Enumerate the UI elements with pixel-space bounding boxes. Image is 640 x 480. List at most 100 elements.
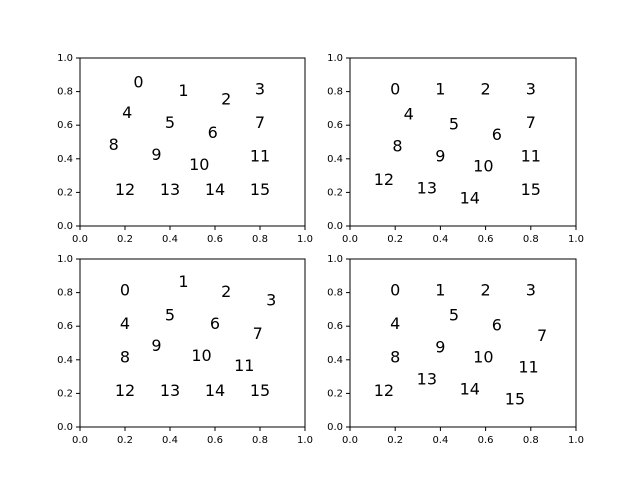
point-label: 11 xyxy=(234,356,254,375)
point-label: 7 xyxy=(526,113,536,132)
point-label: 10 xyxy=(473,157,493,176)
y-tick-label: 0.2 xyxy=(327,388,343,399)
y-tick-label: 0.0 xyxy=(327,221,343,232)
point-label: 1 xyxy=(435,280,445,299)
x-tick-label: 0.4 xyxy=(432,234,448,245)
point-label: 14 xyxy=(460,380,480,399)
y-tick-label: 0.8 xyxy=(327,288,343,299)
point-label: 1 xyxy=(178,81,188,100)
y-tick-label: 0.6 xyxy=(57,120,73,131)
y-tick-label: 0.2 xyxy=(327,187,343,198)
point-label: 5 xyxy=(165,113,175,132)
x-tick-label: 0.4 xyxy=(432,435,448,446)
point-label: 1 xyxy=(435,79,445,98)
y-tick-label: 0.4 xyxy=(327,355,343,366)
y-tick-label: 0.6 xyxy=(327,321,343,332)
x-tick-label: 1.0 xyxy=(568,435,584,446)
figure: 0 1 2345678910 1112 13 14 150.0 0.2 0.4 0.6 0.8 1.0… xyxy=(57,53,584,446)
point-label: 14 xyxy=(205,381,225,400)
x-tick-label: 0.4 xyxy=(162,234,178,245)
x-tick-label: 0.0 xyxy=(342,234,358,245)
point-label: 5 xyxy=(449,115,459,134)
point-label: 3 xyxy=(266,291,276,310)
point-label: 12 xyxy=(374,170,394,189)
point-label: 4 xyxy=(390,314,400,333)
y-tick-label: 0.0 xyxy=(57,422,73,433)
y-tick-label: 0.2 xyxy=(57,388,73,399)
point-label: 15 xyxy=(250,180,270,199)
y-tick-label: 0.2 xyxy=(57,187,73,198)
point-label: 12 xyxy=(115,180,135,199)
x-tick-label: 0.8 xyxy=(523,435,539,446)
point-label: 8 xyxy=(390,348,400,367)
point-label: 2 xyxy=(221,90,231,109)
point-label: 9 xyxy=(435,338,445,357)
x-tick-label: 0.4 xyxy=(162,435,178,446)
y-tick-label: 0.4 xyxy=(57,355,73,366)
point-label: 5 xyxy=(165,306,175,325)
x-tick-label: 0.0 xyxy=(342,435,358,446)
subplot-3: 0 12 34 5 6789101112 13 14 150.0 0.2 0.4 0.6 0.8 1.0… xyxy=(57,254,313,446)
x-tick-label: 0.6 xyxy=(478,234,494,245)
x-tick-label: 1.0 xyxy=(297,435,313,446)
y-tick-label: 0.4 xyxy=(57,154,73,165)
x-tick-label: 0.2 xyxy=(387,234,403,245)
y-tick-label: 1.0 xyxy=(57,254,73,265)
point-label: 11 xyxy=(521,147,541,166)
point-label: 6 xyxy=(208,123,218,142)
y-tick-label: 0.8 xyxy=(57,288,73,299)
point-label: 10 xyxy=(189,155,209,174)
y-tick-label: 0.6 xyxy=(327,120,343,131)
point-label: 4 xyxy=(120,314,130,333)
y-tick-label: 1.0 xyxy=(327,254,343,265)
point-label: 8 xyxy=(392,137,402,156)
x-tick-label: 0.6 xyxy=(207,435,223,446)
y-tick-label: 0.8 xyxy=(327,87,343,98)
x-tick-label: 0.6 xyxy=(207,234,223,245)
point-label: 6 xyxy=(210,314,220,333)
point-label: 0 xyxy=(390,280,400,299)
point-label: 14 xyxy=(460,189,480,208)
point-label: 11 xyxy=(518,358,538,377)
point-label: 0 xyxy=(390,79,400,98)
subplot-4: 0 1 2 34 567891011121314150.0 0.2 0.4 0.6 0.8 1.0… xyxy=(327,254,584,446)
point-label: 4 xyxy=(122,103,132,122)
point-label: 8 xyxy=(120,348,130,367)
point-label: 13 xyxy=(417,369,437,388)
point-label: 15 xyxy=(250,381,270,400)
point-label: 2 xyxy=(481,280,491,299)
point-label: 3 xyxy=(255,79,265,98)
point-label: 13 xyxy=(417,179,437,198)
point-label: 1 xyxy=(178,272,188,291)
point-label: 12 xyxy=(374,381,394,400)
x-tick-label: 0.8 xyxy=(252,435,268,446)
x-tick-label: 0.0 xyxy=(72,234,88,245)
point-label: 10 xyxy=(473,348,493,367)
y-tick-label: 0.4 xyxy=(327,154,343,165)
x-tick-label: 0.2 xyxy=(387,435,403,446)
point-label: 7 xyxy=(537,326,547,345)
y-tick-label: 0.0 xyxy=(327,422,343,433)
x-tick-label: 1.0 xyxy=(297,234,313,245)
y-tick-label: 1.0 xyxy=(327,53,343,64)
point-label: 8 xyxy=(109,135,119,154)
x-tick-label: 1.0 xyxy=(568,234,584,245)
point-label: 7 xyxy=(253,324,263,343)
point-label: 0 xyxy=(133,73,143,92)
point-label: 5 xyxy=(449,306,459,325)
x-tick-label: 0.8 xyxy=(523,234,539,245)
x-tick-label: 0.2 xyxy=(117,435,133,446)
point-label: 9 xyxy=(151,336,161,355)
y-tick-label: 0.0 xyxy=(57,221,73,232)
point-label: 9 xyxy=(151,145,161,164)
point-label: 3 xyxy=(526,79,536,98)
x-tick-label: 0.0 xyxy=(72,435,88,446)
point-label: 3 xyxy=(526,280,536,299)
point-label: 6 xyxy=(492,316,502,335)
point-label: 13 xyxy=(160,381,180,400)
point-label: 9 xyxy=(435,147,445,166)
point-label: 12 xyxy=(115,381,135,400)
point-label: 7 xyxy=(255,113,265,132)
point-label: 4 xyxy=(404,105,414,124)
point-label: 14 xyxy=(205,180,225,199)
